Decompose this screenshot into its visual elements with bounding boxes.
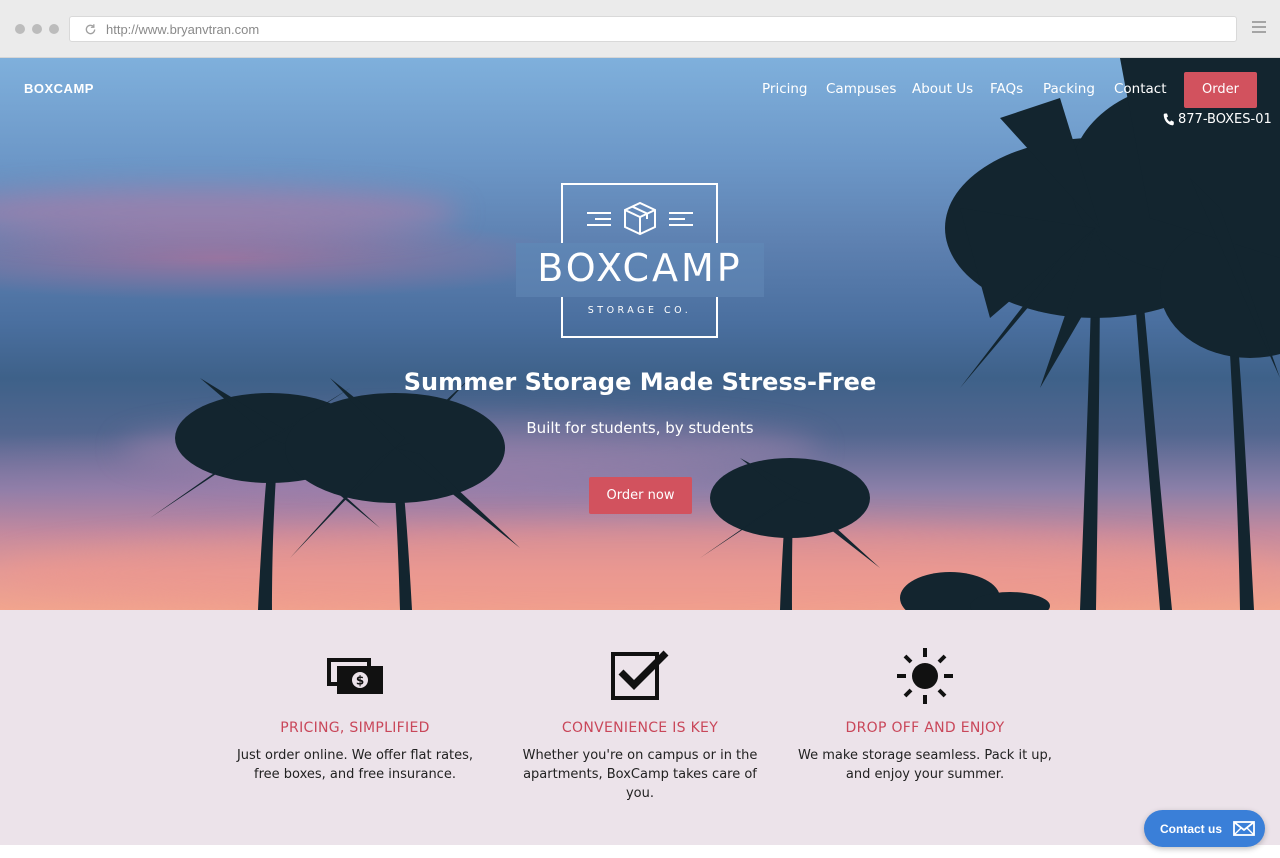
contact-us-label[interactable]: Contact us [1160, 822, 1222, 836]
logo-subtitle: STORAGE CO. [587, 305, 692, 316]
checkbox-icon [611, 650, 669, 700]
feature-text: Just order online. We offer flat rates, … [236, 748, 474, 782]
order-now-button[interactable]: Order now [589, 477, 692, 514]
phone-number[interactable]: 877-BOXES-01 [1178, 112, 1272, 127]
phone-icon [1163, 113, 1174, 126]
window-controls [15, 24, 59, 34]
nav-link-packing[interactable]: Packing [1043, 81, 1095, 97]
features-section: $ PRICING, SIMPLIFIED Just order online.… [0, 610, 1280, 845]
nav-link-about-us[interactable]: About Us [912, 81, 973, 97]
feature-title: DROP OFF AND ENJOY [845, 720, 1005, 736]
phone-link[interactable]: 877-BOXES-01 [1163, 112, 1272, 127]
window-zoom-dot[interactable] [49, 24, 59, 34]
sun-icon [897, 648, 953, 704]
window-close-dot[interactable] [15, 24, 25, 34]
brand-logo-text[interactable]: BOXCAMP [24, 81, 94, 96]
nav-link-contact[interactable]: Contact [1114, 81, 1167, 97]
feature-title: CONVENIENCE IS KEY [561, 720, 719, 736]
menu-icon[interactable] [1252, 21, 1266, 35]
logo-wordmark: BOXCAMP [537, 246, 743, 290]
feature-text: Whether you're on campus or in the apart… [522, 748, 758, 801]
feature-title: PRICING, SIMPLIFIED [280, 720, 430, 736]
hero-section: BOXCAMP Pricing Campuses About Us FAQs P… [0, 58, 1280, 610]
nav-link-campuses[interactable]: Campuses [826, 81, 896, 97]
browser-chrome: http://www.bryanvtran.com [0, 0, 1280, 58]
svg-text:$: $ [356, 674, 364, 688]
nav-link-faqs[interactable]: FAQs [990, 81, 1023, 97]
money-icon: $ [327, 658, 383, 694]
order-button[interactable]: Order [1184, 72, 1257, 108]
reload-icon[interactable] [84, 23, 97, 36]
contact-us-button[interactable]: Contact us [1144, 810, 1265, 847]
window-minimize-dot[interactable] [32, 24, 42, 34]
hero-subheadline: Built for students, by students [526, 419, 754, 437]
hero-headline: Summer Storage Made Stress-Free [403, 368, 877, 396]
envelope-icon [1233, 821, 1255, 836]
feature-text: We make storage seamless. Pack it up, an… [798, 748, 1052, 782]
nav-link-pricing[interactable]: Pricing [762, 81, 808, 97]
box-icon [587, 201, 693, 236]
address-bar[interactable]: http://www.bryanvtran.com [69, 16, 1237, 42]
url-text[interactable]: http://www.bryanvtran.com [106, 22, 259, 37]
page-bottom-strip [0, 845, 1280, 858]
